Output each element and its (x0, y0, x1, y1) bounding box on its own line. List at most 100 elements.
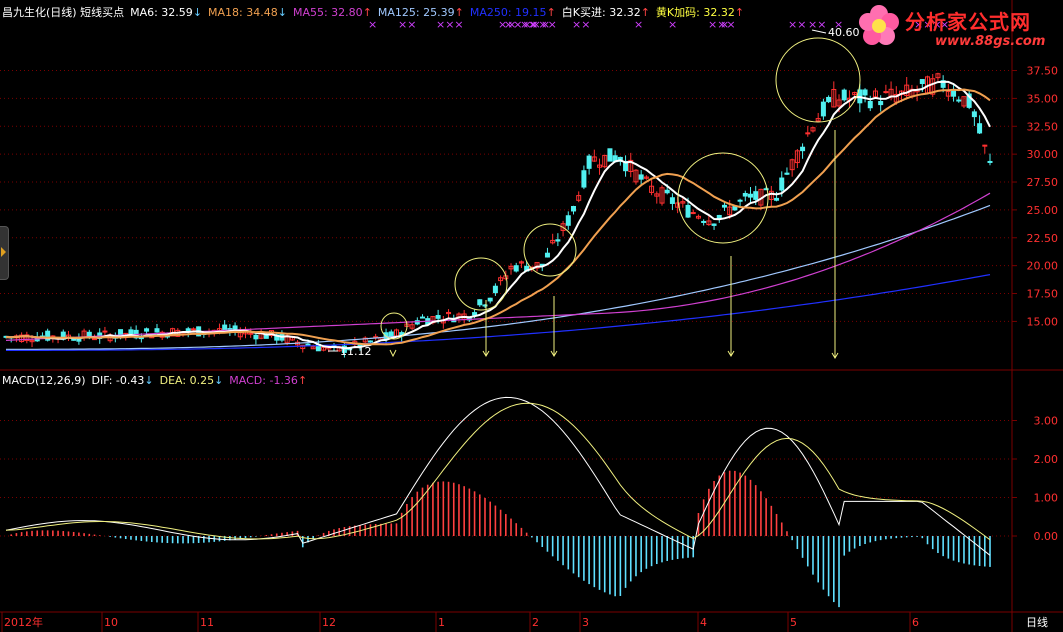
ma6-line (5, 80, 991, 350)
candle-body (154, 328, 160, 333)
price-tick-label: 35.00 (1027, 92, 1059, 105)
time-tick-label: 2012年 (4, 615, 43, 629)
candle-body (581, 170, 587, 188)
candle-body (570, 206, 576, 212)
logo-url: www.88gs.com (935, 34, 1046, 49)
price-tick-label: 37.50 (1027, 65, 1059, 78)
time-tick-label: 1 (438, 616, 445, 629)
dif-label: DIF: -0.43↓ (91, 374, 154, 387)
chart-title: 昌九生化(日线) 短线买点 (2, 6, 125, 19)
white-k-label: 白K买进: 32.32↑ (561, 6, 650, 19)
candle-body (367, 340, 373, 343)
flower-icon (859, 5, 899, 45)
signal-mark: × (834, 18, 843, 31)
candle-body (477, 299, 483, 306)
macd-tick-label: 2.00 (1034, 453, 1059, 466)
candle-body (555, 239, 561, 242)
ma250-label: MA250: 19.15↑ (469, 6, 556, 19)
time-tick-label: 2 (532, 616, 539, 629)
signal-mark: ×× (398, 18, 416, 31)
candle-body (951, 89, 957, 97)
candle-body (711, 223, 717, 226)
low-annotation: 11.12 (340, 345, 372, 358)
ma55-label: MA55: 32.80↑ (292, 6, 372, 19)
price-tick-label: 32.50 (1027, 120, 1059, 133)
candle-body (748, 193, 754, 198)
candle-body (987, 160, 993, 163)
ma18-label: MA18: 34.48↓ (208, 6, 287, 19)
price-tick-label: 22.50 (1027, 232, 1059, 245)
candle-body (977, 123, 983, 134)
candle-body (388, 331, 394, 338)
buy-zone-circle (523, 223, 577, 277)
candle-body (919, 79, 925, 85)
candle-body (544, 252, 550, 258)
macd-tick-label: 0.00 (1034, 530, 1059, 543)
ma18-line (5, 88, 991, 346)
expand-arrow-icon (1, 247, 6, 257)
candle-body (982, 144, 988, 147)
candle-body (565, 215, 571, 226)
candle-body (305, 343, 311, 346)
macd-tick-label: 1.00 (1034, 492, 1059, 505)
down-arrow-icon (389, 349, 397, 358)
candle-body (92, 338, 98, 341)
candle-body (737, 199, 743, 202)
stock-chart: 37.5035.0032.5030.0027.5025.0022.5020.00… (0, 0, 1063, 632)
site-logo[interactable]: 分析家公式网 www.88gs.com (855, 2, 1055, 52)
candle-body (664, 189, 670, 194)
price-tick-label: 20.00 (1027, 260, 1059, 273)
candle-body (607, 148, 613, 162)
candle-body (420, 316, 426, 319)
time-tick-label: 10 (104, 616, 118, 629)
time-tick-label: 5 (790, 616, 797, 629)
period-label: 日线 (1026, 615, 1048, 629)
candle-body (721, 204, 727, 208)
macd-value-label: MACD: -1.36↑ (229, 374, 308, 387)
candle-body (867, 100, 873, 109)
candle-body (435, 315, 441, 319)
time-tick-label: 4 (700, 616, 707, 629)
dea-line (5, 402, 991, 541)
macd-title: MACD(12,26,9) (2, 374, 86, 387)
time-tick-label: 6 (912, 616, 919, 629)
candle-body (190, 328, 196, 331)
candle-body (248, 332, 254, 335)
candle-body (862, 89, 868, 96)
candle-body (701, 220, 707, 223)
candle-body (956, 99, 962, 102)
signal-mark: × (668, 18, 677, 31)
price-tick-label: 25.00 (1027, 204, 1059, 217)
logo-name: 分析家公式网 (905, 10, 1031, 34)
candle-body (784, 172, 790, 175)
yellow-k-label: 黄K加码: 32.32↑ (655, 6, 745, 19)
chart-header: 昌九生化(日线) 短线买点 MA6: 32.59↓ MA18: 34.48↓ MA55… (2, 6, 750, 19)
time-tick-label: 3 (582, 616, 589, 629)
signal-mark: ×××× (520, 18, 557, 31)
signal-mark: ×× (572, 18, 590, 31)
side-panel-toggle[interactable] (0, 226, 9, 280)
candle-body (800, 146, 806, 152)
signal-mark: ××× (436, 18, 464, 31)
macd-header: MACD(12,26,9) DIF: -0.43↓ DEA: 0.25↓ MACD: … (2, 374, 313, 387)
signal-mark: ×× (808, 18, 826, 31)
candle-body (102, 330, 108, 333)
candle-body (586, 155, 592, 169)
signal-mark: ×× (788, 18, 806, 31)
candle-body (753, 191, 759, 200)
candle-body (826, 96, 832, 103)
ma125-line (6, 204, 991, 350)
ma55-line (5, 192, 991, 341)
buy-zone-circle (775, 37, 861, 123)
signal-mark: × (634, 18, 643, 31)
candle-body (71, 338, 77, 341)
candle-body (144, 328, 150, 332)
candle-body (878, 101, 884, 106)
ma250-line (6, 274, 991, 351)
price-tick-label: 30.00 (1027, 148, 1059, 161)
candle-body (805, 132, 811, 135)
dif-line (5, 396, 991, 556)
ma6-label: MA6: 32.59↓ (130, 6, 203, 19)
candle-body (779, 177, 785, 191)
candle-body (472, 312, 478, 316)
